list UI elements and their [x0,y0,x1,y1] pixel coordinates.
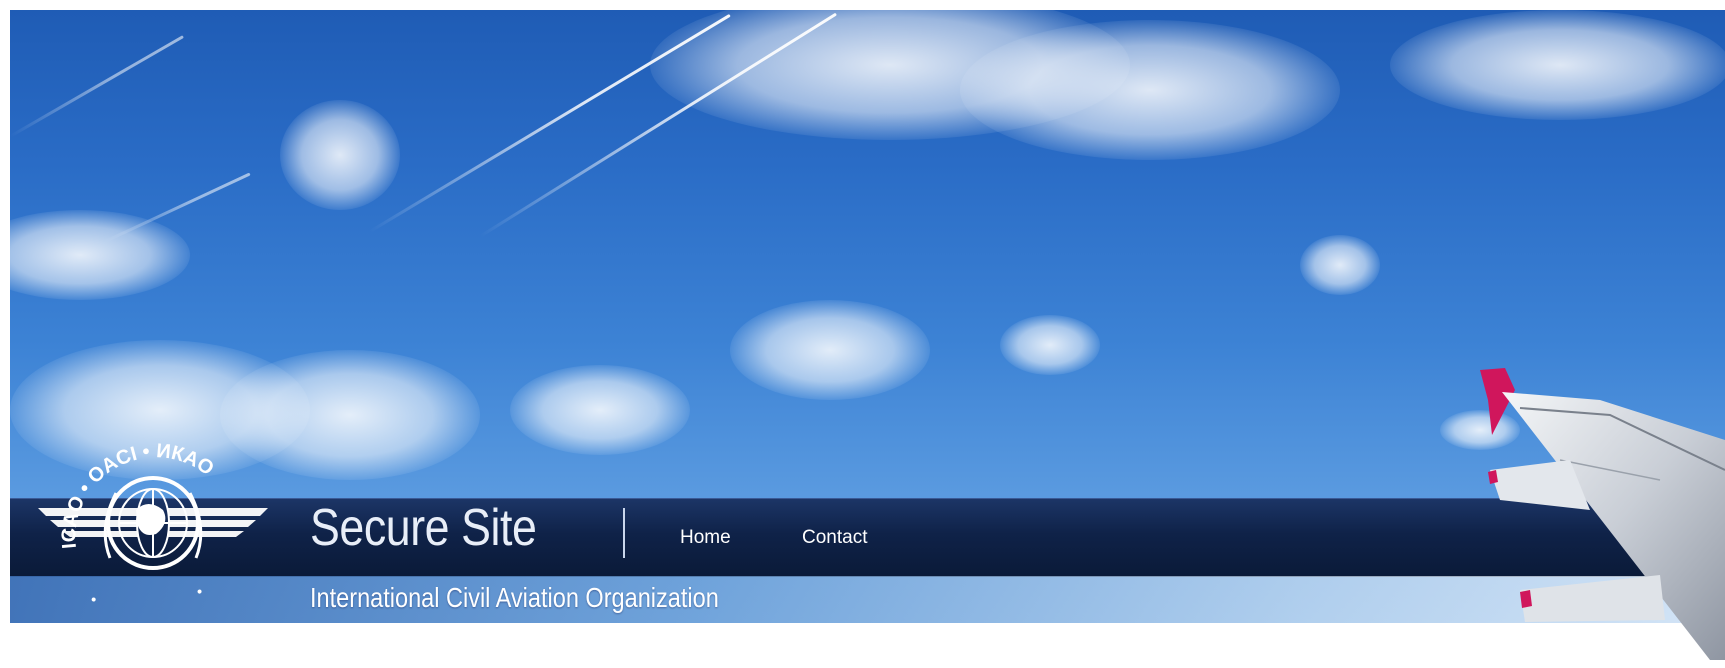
icao-emblem-icon[interactable]: ICAO • OACI • ИКАО • • [28,398,278,628]
cloud [10,210,190,300]
cloud [280,100,400,210]
cloud [730,300,930,400]
cloud [510,365,690,455]
site-title: Secure Site [310,499,537,557]
contrail [10,35,184,138]
airplane-wing-image [1480,368,1725,660]
organization-name: International Civil Aviation Organizatio… [310,582,719,613]
nav-home-link[interactable]: Home [680,527,731,549]
cloud [1000,315,1100,375]
svg-text:•: • [87,592,100,610]
cloud [1390,10,1725,120]
title-divider [623,508,625,558]
cloud [1300,235,1380,295]
cloud [960,20,1340,160]
nav-contact-link[interactable]: Contact [802,527,867,549]
svg-text:•: • [193,584,207,602]
